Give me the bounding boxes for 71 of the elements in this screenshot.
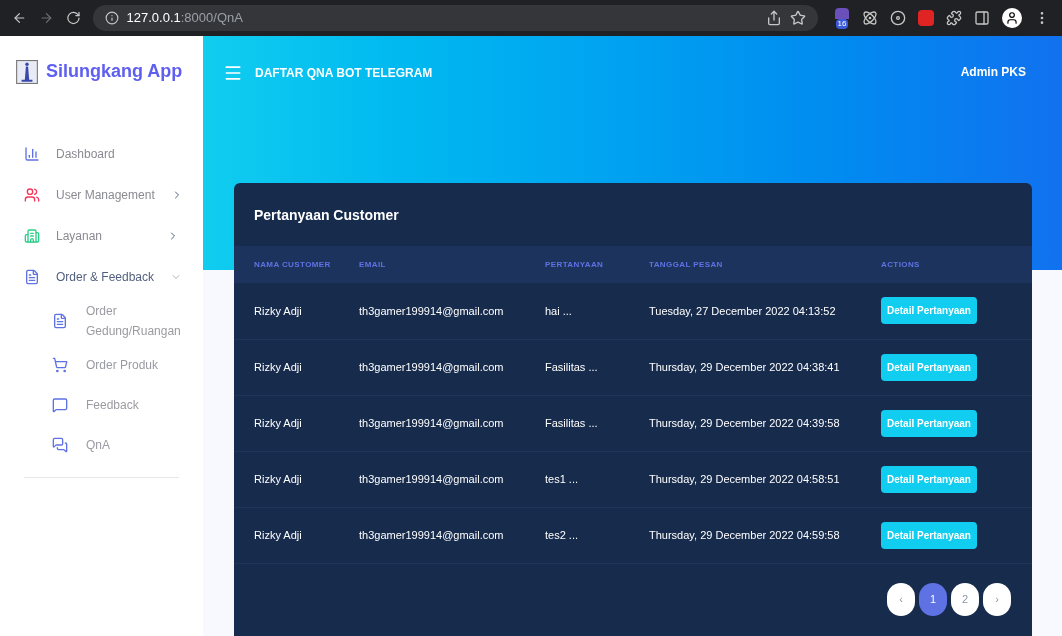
column-header: ACTIONS	[881, 246, 1032, 283]
table-cell: Rizky Adji	[234, 339, 359, 395]
table-cell: tes2 ...	[545, 507, 649, 563]
table-cell: Thursday, 29 December 2022 04:39:58	[649, 395, 881, 451]
detail-button[interactable]: Detail Pertanyaan	[881, 521, 977, 549]
table-cell: Tuesday, 27 December 2022 04:13:52	[649, 283, 881, 339]
puzzle-icon[interactable]	[946, 10, 962, 26]
detail-button[interactable]: Detail Pertanyaan	[881, 297, 977, 325]
table-cell: Thursday, 29 December 2022 04:38:41	[649, 339, 881, 395]
url-host: 127.0.0.1	[126, 9, 181, 28]
table-cell: tes1 ...	[545, 451, 649, 507]
document-icon	[52, 313, 68, 329]
page-title: DAFTAR QNA BOT TELEGRAM	[255, 65, 433, 82]
disc-icon[interactable]	[890, 10, 906, 26]
table-cell: Rizky Adji	[234, 451, 359, 507]
column-header: PERTANYAAN	[545, 246, 649, 283]
extension-badge: 16	[835, 18, 849, 29]
cart-icon	[52, 357, 68, 373]
sidebar-subitem[interactable]: Feedback	[24, 385, 179, 425]
sidebar-subitem[interactable]: QnA	[24, 425, 179, 465]
card-title: Pertanyaan Customer	[253, 206, 400, 225]
back-icon[interactable]	[12, 10, 27, 26]
url-path: :8000/QnA	[180, 9, 243, 28]
detail-button[interactable]: Detail Pertanyaan	[881, 465, 977, 493]
column-header: EMAIL	[359, 246, 545, 283]
detail-button[interactable]: Detail Pertanyaan	[881, 409, 977, 437]
table-cell: Rizky Adji	[234, 507, 359, 563]
table-cell: Thursday, 29 December 2022 04:59:58	[649, 507, 881, 563]
sidebar-subitem[interactable]: Order Gedung/Ruangan	[24, 297, 179, 345]
atom-icon[interactable]	[862, 10, 878, 26]
table-cell: th3gamer199914@gmail.com	[359, 451, 545, 507]
sidebar-item[interactable]: User Management	[16, 174, 187, 215]
building-icon	[24, 227, 40, 244]
table-cell: th3gamer199914@gmail.com	[359, 507, 545, 563]
table-cell: Fasilitas ...	[545, 339, 649, 395]
chart-icon	[24, 145, 40, 162]
table-cell: th3gamer199914@gmail.com	[359, 283, 545, 339]
profile-avatar[interactable]	[1002, 8, 1022, 28]
brand-name: Silungkang App	[46, 60, 183, 83]
sidebar-item[interactable]: Layanan	[16, 215, 187, 256]
sidebar-subitem[interactable]: Order Produk	[24, 345, 179, 385]
logo-icon	[16, 59, 38, 84]
document-icon	[24, 268, 40, 285]
table-cell: Fasilitas ...	[545, 395, 649, 451]
comment-icon	[52, 397, 68, 413]
table-cell: Thursday, 29 December 2022 04:58:51	[649, 451, 881, 507]
share-icon[interactable]	[766, 10, 782, 26]
table-cell: hai ...	[545, 283, 649, 339]
side-panel-icon[interactable]	[974, 10, 990, 26]
info-icon	[104, 11, 119, 25]
extension-icon[interactable]	[918, 10, 934, 26]
page-button[interactable]: 2	[951, 582, 979, 616]
user-name[interactable]: Admin PKS	[960, 63, 1026, 81]
reload-icon[interactable]	[65, 10, 81, 26]
extension-icon[interactable]	[835, 7, 849, 19]
address-bar[interactable]: 127.0.0.1:8000/QnA	[92, 5, 818, 31]
comments-icon	[52, 437, 68, 453]
previous-page-button[interactable]: ‹	[887, 582, 915, 616]
column-header: NAMA CUSTOMER	[234, 246, 359, 283]
column-header: TANGGAL PESAN	[649, 246, 881, 283]
page-button[interactable]: 1	[919, 582, 947, 616]
detail-button[interactable]: Detail Pertanyaan	[881, 353, 977, 381]
sidebar-item[interactable]: Dashboard	[16, 133, 187, 174]
table-cell: th3gamer199914@gmail.com	[359, 339, 545, 395]
table-cell: Rizky Adji	[234, 283, 359, 339]
table-cell: Rizky Adji	[234, 395, 359, 451]
bookmark-star-icon[interactable]	[790, 10, 806, 26]
next-page-button[interactable]: ›	[983, 582, 1011, 616]
table-cell: th3gamer199914@gmail.com	[359, 395, 545, 451]
sidebar-item[interactable]: Order & Feedback	[16, 256, 187, 297]
users-icon	[24, 186, 40, 203]
